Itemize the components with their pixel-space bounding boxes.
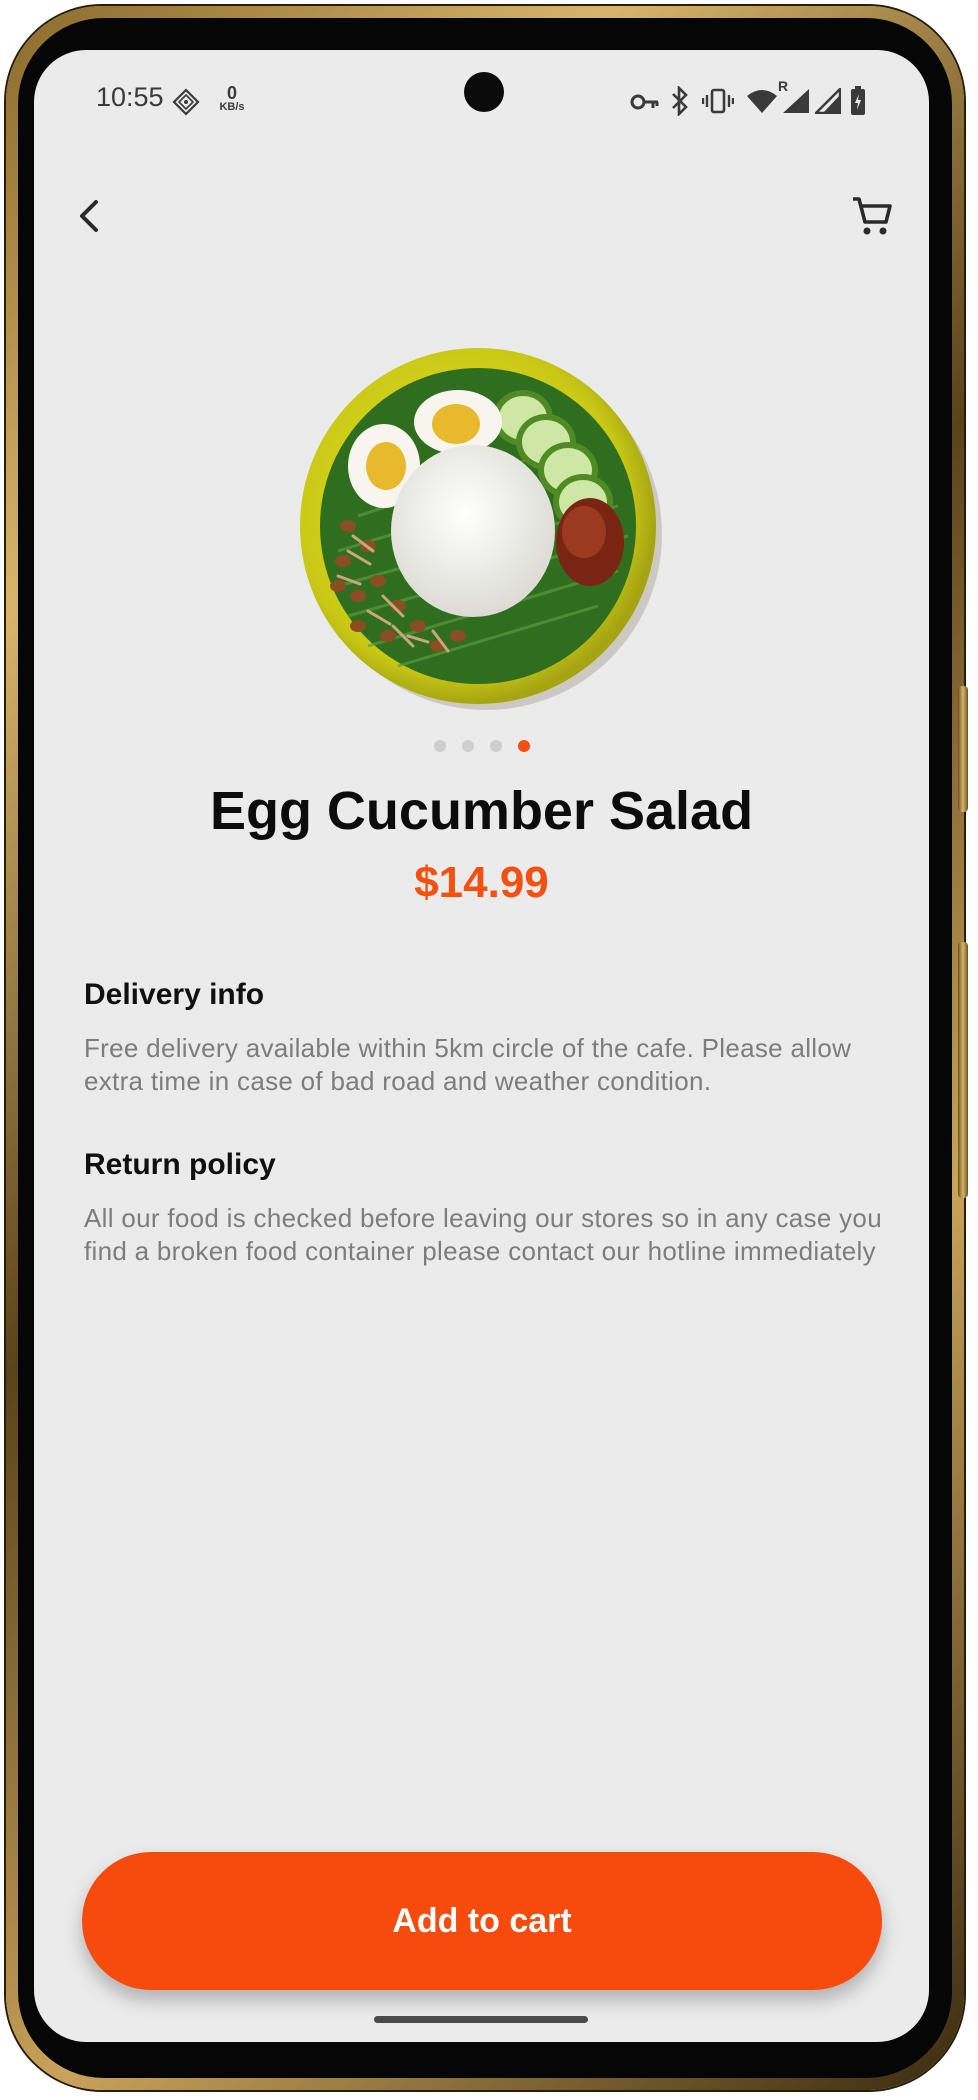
side-button-power — [958, 942, 968, 1198]
carousel-dot-4-active[interactable] — [517, 740, 530, 752]
carousel-dot-2[interactable] — [461, 740, 474, 752]
status-bar: 10:55 0 KB/s R — [34, 50, 929, 150]
delivery-info-text: Free delivery available within 5km circl… — [84, 1033, 852, 1096]
battery-icon — [850, 86, 866, 121]
chevron-left-icon — [80, 200, 98, 232]
notification-diamond-icon — [172, 88, 200, 121]
add-to-cart-button[interactable]: Add to cart — [82, 1852, 882, 1990]
image-carousel-indicator — [34, 740, 929, 752]
home-gesture-bar[interactable] — [374, 2016, 588, 2023]
vpn-key-icon — [630, 90, 660, 119]
cell-signal-2-icon — [813, 86, 842, 119]
food-plate-image — [300, 348, 662, 710]
return-policy-heading: Return policy — [84, 1148, 276, 1181]
return-policy-text: All our food is checked before leaving o… — [84, 1203, 882, 1266]
front-camera — [464, 72, 504, 112]
side-button-volume — [958, 686, 968, 812]
network-speed: 0 KB/s — [215, 84, 249, 113]
network-speed-unit: KB/s — [219, 101, 245, 113]
bluetooth-icon — [669, 84, 691, 121]
product-price: $14.99 — [414, 858, 549, 907]
product-image[interactable] — [298, 346, 662, 710]
product-name: Egg Cucumber Salad — [209, 781, 754, 841]
network-speed-value: 0 — [226, 83, 237, 103]
back-button[interactable] — [62, 188, 118, 244]
carousel-dot-1[interactable] — [433, 740, 446, 752]
shopping-cart-icon — [853, 197, 892, 235]
wifi-icon — [746, 88, 778, 119]
cell-signal-1-icon — [782, 88, 810, 119]
carousel-dot-3[interactable] — [489, 740, 502, 752]
app-screen: 10:55 0 KB/s R Egg Cucumber Salad $14.99… — [34, 50, 929, 2042]
delivery-info-heading: Delivery info — [84, 978, 265, 1011]
cart-button[interactable] — [844, 188, 900, 244]
vibrate-icon — [701, 88, 735, 119]
status-time: 10:55 — [96, 82, 164, 112]
